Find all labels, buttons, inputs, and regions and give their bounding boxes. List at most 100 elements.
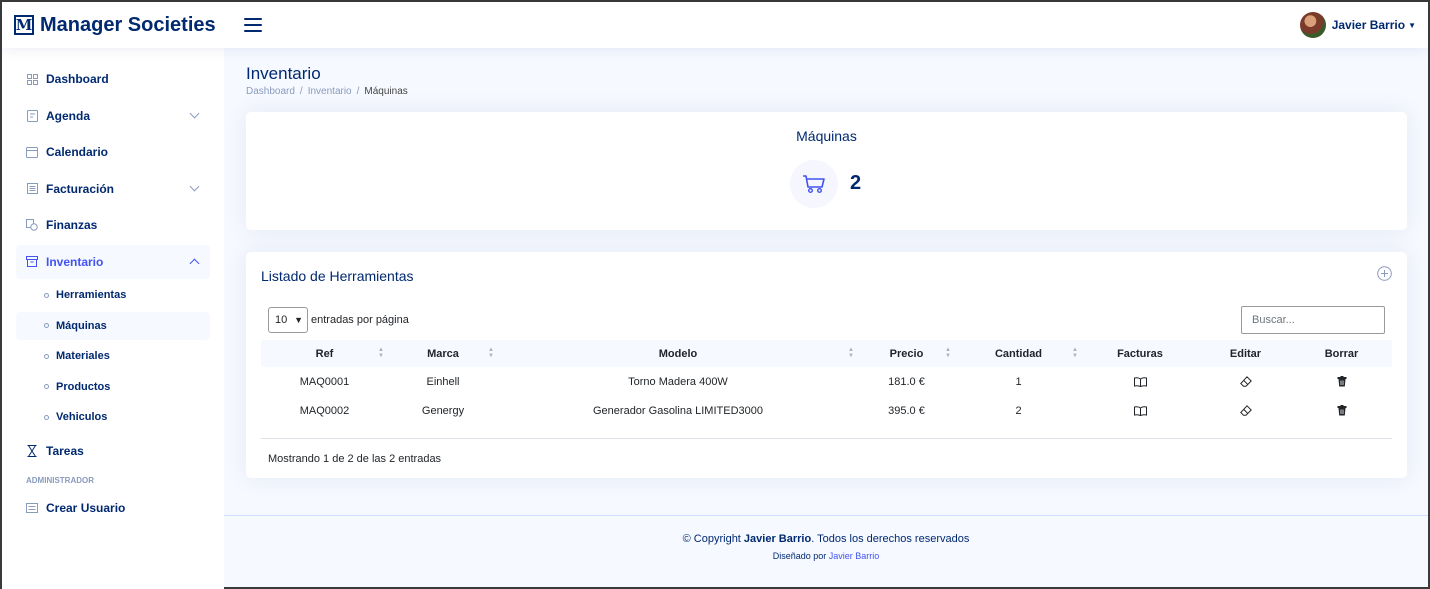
chevron-up-icon bbox=[189, 258, 200, 269]
sidebar-subitem-materiales[interactable]: Materiales bbox=[16, 342, 210, 370]
breadcrumb-separator: / bbox=[356, 86, 360, 97]
menu-toggle-icon[interactable] bbox=[244, 18, 262, 32]
per-page-select[interactable]: 10 ▼ bbox=[268, 307, 308, 333]
cell-precio: 395.0 € bbox=[888, 404, 925, 417]
column-header-marca[interactable]: Marca ▲ ▼ bbox=[388, 340, 498, 367]
cell-borrar bbox=[1293, 367, 1390, 396]
sidebar-item-inventario[interactable]: Inventario bbox=[16, 244, 210, 279]
sidebar-item-label: Facturación bbox=[46, 181, 115, 196]
app-title: Manager Societies bbox=[40, 13, 216, 36]
grid-icon bbox=[26, 73, 38, 85]
copyright: © Copyright Javier Barrio. Todos los der… bbox=[682, 533, 970, 545]
sidebar-subitem-herramientas[interactable]: Herramientas bbox=[16, 281, 210, 309]
sort-icon: ▲ ▼ bbox=[488, 347, 494, 359]
add-item-button[interactable] bbox=[1377, 266, 1392, 286]
sidebar-subitem-maquinas[interactable]: Máquinas bbox=[16, 311, 210, 340]
sidebar-item-finanzas[interactable]: Finanzas bbox=[16, 208, 210, 242]
hourglass-icon bbox=[26, 444, 38, 457]
cell-borrar bbox=[1293, 396, 1390, 425]
per-page-label: entradas por página bbox=[311, 314, 409, 326]
plus-circle-icon bbox=[1377, 266, 1392, 281]
sidebar-item-tareas[interactable]: Tareas bbox=[16, 434, 210, 468]
copyright-name: Javier Barrio bbox=[743, 533, 812, 545]
sidebar-subitem-label: Herramientas bbox=[56, 289, 127, 301]
cell-editar bbox=[1198, 367, 1293, 396]
column-header-modelo[interactable]: Modelo ▲ ▼ bbox=[498, 340, 858, 367]
chevron-down-icon bbox=[189, 108, 200, 119]
sort-icon: ▲ ▼ bbox=[1072, 347, 1078, 359]
cell-precio: 181.0 € bbox=[888, 375, 925, 388]
table-info: Mostrando 1 de 2 de las 2 entradas bbox=[268, 453, 442, 465]
sidebar-item-calendario[interactable]: Calendario bbox=[16, 135, 210, 169]
book-icon[interactable] bbox=[1133, 405, 1147, 416]
table-divider bbox=[261, 438, 1392, 439]
designer-link[interactable]: Javier Barrio bbox=[829, 551, 880, 561]
sidebar-subitem-label: Máquinas bbox=[56, 319, 107, 332]
per-page-value: 10 bbox=[275, 314, 288, 326]
sidebar-item-crear-usuario[interactable]: Crear Usuario bbox=[16, 491, 210, 525]
sidebar-item-dashboard[interactable]: Dashboard bbox=[16, 62, 210, 96]
credits: Diseñado por Javier Barrio bbox=[772, 551, 880, 561]
footer: © Copyright Javier Barrio. Todos los der… bbox=[224, 515, 1428, 589]
trash-icon[interactable] bbox=[1337, 405, 1347, 416]
sidebar-subitem-label: Vehiculos bbox=[56, 411, 108, 423]
breadcrumb-current: Máquinas bbox=[364, 86, 408, 97]
cell-modelo: Generador Gasolina LIMITED3000 bbox=[593, 404, 763, 417]
list-card: Listado de Herramientas 10 ▼ entradas po… bbox=[246, 252, 1407, 478]
circle-icon bbox=[44, 323, 49, 328]
sidebar-item-label: Agenda bbox=[46, 108, 91, 123]
per-page-control: 10 ▼ entradas por página bbox=[268, 307, 409, 333]
sidebar-item-facturacion[interactable]: Facturación bbox=[16, 172, 210, 206]
cell-cantidad: 2 bbox=[1015, 404, 1022, 417]
cell-modelo: Torno Madera 400W bbox=[628, 375, 728, 388]
summary-value: 2 bbox=[850, 172, 862, 194]
column-header-cantidad[interactable]: Cantidad ▲ ▼ bbox=[955, 340, 1082, 367]
table-header: Ref ▲ ▼ Marca ▲ ▼ Modelo ▲ ▼ Precio ▲ ▼ Cantidad… bbox=[261, 340, 1392, 367]
circle-icon bbox=[44, 384, 49, 389]
sidebar-subitem-vehiculos[interactable]: Vehiculos bbox=[16, 403, 210, 431]
sidebar-heading-admin: ADMINISTRADOR bbox=[26, 475, 94, 485]
sort-icon: ▲ ▼ bbox=[848, 347, 854, 359]
chevron-down-icon: ▼ bbox=[294, 315, 303, 325]
trash-icon[interactable] bbox=[1337, 376, 1347, 387]
sidebar-item-label: Inventario bbox=[46, 254, 104, 269]
search-input[interactable]: Buscar... bbox=[1241, 306, 1385, 334]
eraser-icon[interactable] bbox=[1239, 376, 1252, 387]
cell-editar bbox=[1198, 396, 1293, 425]
avatar bbox=[1299, 12, 1326, 38]
sidebar-item-label: Crear Usuario bbox=[46, 500, 126, 515]
column-header-editar: Editar bbox=[1229, 347, 1262, 360]
cash-icon bbox=[26, 219, 38, 231]
breadcrumb: Dashboard / Inventario / Máquinas bbox=[246, 86, 408, 97]
sidebar-item-label: Calendario bbox=[46, 145, 109, 159]
breadcrumb-inventario[interactable]: Inventario bbox=[308, 86, 352, 97]
top-header: M Manager Societies Javier Barrio ▼ bbox=[2, 2, 1428, 48]
column-header-borrar: Borrar bbox=[1324, 347, 1359, 360]
sidebar-item-label: Tareas bbox=[46, 443, 84, 458]
journal-icon bbox=[26, 109, 38, 122]
archive-icon bbox=[26, 256, 38, 268]
sidebar-item-label: Finanzas bbox=[46, 218, 98, 232]
table-row: MAQ0002 Genergy Generador Gasolina LIMIT… bbox=[261, 396, 1392, 425]
column-header-ref[interactable]: Ref ▲ ▼ bbox=[261, 340, 388, 367]
sort-icon: ▲ ▼ bbox=[378, 347, 384, 359]
breadcrumb-dashboard[interactable]: Dashboard bbox=[246, 86, 295, 97]
app-logo[interactable]: M Manager Societies bbox=[14, 14, 234, 37]
logo-mark: M bbox=[14, 15, 34, 35]
cart-icon bbox=[790, 160, 838, 208]
book-icon[interactable] bbox=[1133, 376, 1147, 387]
user-profile-menu[interactable]: Javier Barrio ▼ bbox=[1299, 12, 1416, 38]
breadcrumb-separator: / bbox=[299, 86, 303, 97]
eraser-icon[interactable] bbox=[1239, 405, 1252, 416]
sidebar-item-agenda[interactable]: Agenda bbox=[16, 99, 210, 133]
summary-title: Máquinas bbox=[796, 128, 857, 144]
data-table: Ref ▲ ▼ Marca ▲ ▼ Modelo ▲ ▼ Precio ▲ ▼ Cantidad… bbox=[261, 340, 1392, 425]
sidebar-subitem-productos[interactable]: Productos bbox=[16, 373, 210, 401]
chevron-down-icon bbox=[189, 181, 200, 192]
cell-cantidad: 1 bbox=[1015, 375, 1022, 388]
column-header-precio[interactable]: Precio ▲ ▼ bbox=[858, 340, 955, 367]
caret-down-icon: ▼ bbox=[1408, 20, 1416, 30]
column-header-facturas: Facturas bbox=[1117, 347, 1163, 360]
list-title: Listado de Herramientas bbox=[261, 268, 414, 284]
calendar-icon bbox=[26, 146, 38, 158]
